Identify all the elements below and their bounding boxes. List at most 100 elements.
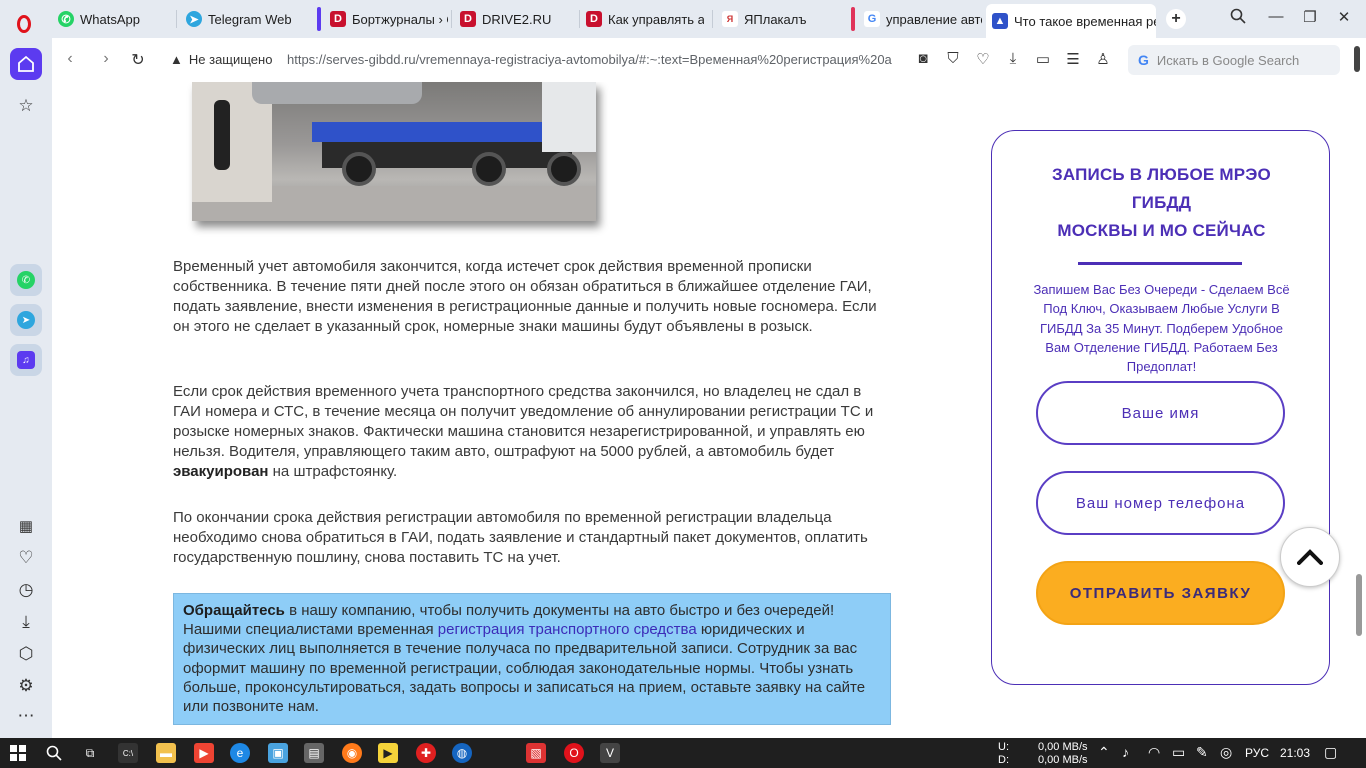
taskbar: ⧉ C:\ ▬ ▶ e ▣ ▤ ◉ ▶ ✚ ◍ ▧ O V U: D: 0,00… [0, 738, 1366, 768]
edge-icon[interactable]: e [230, 743, 250, 763]
more-icon[interactable]: ⋯ [10, 700, 42, 732]
divider [1078, 262, 1242, 265]
search-icon[interactable] [44, 743, 64, 763]
page-viewport: Временный учет автомобиля закончится, ко… [52, 82, 1366, 738]
sidebar-whatsapp[interactable]: ✆ [10, 264, 42, 296]
app-icon[interactable]: ◍ [452, 743, 472, 763]
search-placeholder: Искать в Google Search [1156, 52, 1300, 68]
close-icon[interactable]: ✕ [1334, 8, 1354, 26]
back-icon[interactable]: ‹ [60, 50, 80, 68]
language-indicator[interactable]: РУС [1245, 746, 1269, 760]
tab-google-search[interactable]: G управление авто [858, 4, 982, 34]
net-down-speed: 0,00 MB/s [1038, 754, 1088, 766]
app-icon[interactable]: V [600, 743, 620, 763]
antivirus-icon[interactable]: ✚ [416, 743, 436, 763]
media-app-icon[interactable]: ▶ [194, 743, 214, 763]
security-warning[interactable]: ▲ Не защищено [170, 52, 272, 67]
wifi-icon[interactable]: ◎ [1220, 744, 1232, 761]
registration-link[interactable]: регистрация транспортного средства [438, 621, 697, 638]
drive2-icon: D [460, 11, 476, 27]
reload-icon[interactable]: ↻ [128, 50, 148, 70]
tab-drive2-journals[interactable]: D Бортжурналы › Оп [324, 4, 448, 34]
firefox-icon[interactable]: ◉ [342, 743, 362, 763]
camera-icon[interactable]: ◙ [913, 50, 933, 67]
notifications-icon[interactable]: ▢ [1324, 744, 1337, 761]
opera-logo-icon[interactable] [10, 10, 38, 38]
form-description: Запишем Вас Без Очереди - Сделаем Всё По… [1033, 282, 1290, 375]
tab-separator [176, 10, 177, 28]
sidebar-telegram[interactable]: ➤ [10, 304, 42, 336]
sidebar: ☆ ✆ ➤ ♫ ▦ ♡ ◷ ⤓ ⬡ ⚙ ⋯ [0, 38, 52, 738]
tab-whatsapp[interactable]: ✆ WhatsApp [52, 4, 172, 34]
heart-icon[interactable]: ♡ [10, 542, 42, 574]
image-viewer-icon[interactable]: ▣ [268, 743, 288, 763]
net-up-label: U: [998, 741, 1009, 753]
minimize-icon[interactable]: — [1266, 8, 1286, 25]
form-title-line: МОСКВЫ И МО СЕЙЧАС [1057, 221, 1266, 240]
home-icon[interactable] [10, 48, 42, 80]
pen-icon[interactable]: ✎ [1196, 744, 1208, 761]
tab-drive2-article[interactable]: D Как управлять авт [580, 4, 704, 34]
tab-drive2[interactable]: D DRIVE2.RU [454, 4, 574, 34]
video-popout-icon[interactable]: ▭ [1033, 50, 1053, 68]
settings-icon[interactable]: ⚙ [10, 670, 42, 702]
net-up-speed: 0,00 MB/s [1038, 741, 1088, 753]
google-icon: G [1138, 52, 1149, 68]
text-span: на штрафстоянку. [268, 463, 398, 480]
tab-bar: ✆ WhatsApp ➤ Telegram Web D Бортжурналы … [0, 0, 1366, 38]
headphones-icon: ♫ [17, 351, 35, 369]
submit-button[interactable]: ОТПРАВИТЬ ЗАЯВКУ [1036, 561, 1285, 625]
player-icon[interactable]: ▶ [378, 743, 398, 763]
network-icon[interactable]: ◠ [1148, 744, 1160, 761]
speed-dial-icon[interactable]: ▦ [10, 510, 42, 542]
history-icon[interactable]: ◷ [10, 574, 42, 606]
article-paragraph: Временный учет автомобиля закончится, ко… [173, 258, 877, 335]
terminal-icon[interactable]: C:\ [118, 743, 138, 763]
scrollbar-thumb[interactable] [1356, 574, 1362, 636]
callout-box: Обращайтесь в нашу компанию, чтобы получ… [173, 593, 891, 725]
search-tabs-icon[interactable] [1228, 8, 1248, 28]
name-input[interactable]: Ваше имя [1036, 381, 1285, 445]
task-view-icon[interactable]: ⧉ [80, 743, 100, 763]
security-label: Не защищено [188, 52, 273, 67]
tab-active-gibdd[interactable]: ▲ Что такое временная рег [986, 4, 1156, 38]
bookmark-heart-icon[interactable]: ♡ [973, 50, 993, 68]
signup-form: ЗАПИСЬ В ЛЮБОЕ МРЭО ГИБДД МОСКВЫ И МО СЕ… [991, 130, 1330, 685]
tray-expand-icon[interactable]: ⌃ [1098, 744, 1110, 761]
clock[interactable]: 21:03 [1280, 746, 1310, 760]
form-title-line: ГИБДД [1131, 193, 1192, 212]
profile-icon[interactable]: ♙ [1093, 50, 1113, 68]
adblock-shield-icon[interactable]: ⛉ [943, 50, 963, 67]
drive2-icon: D [330, 11, 346, 27]
telegram-icon: ➤ [186, 11, 202, 27]
pinboard-icon[interactable]: ☆ [10, 90, 42, 122]
search-box[interactable]: G Искать в Google Search [1128, 45, 1340, 75]
save-app-icon[interactable]: ▧ [526, 743, 546, 763]
download-icon[interactable]: ⤓ [10, 606, 42, 638]
tab-yaplakal[interactable]: Я ЯПлакалъ [716, 4, 842, 34]
page-scrollbar[interactable] [1352, 82, 1366, 738]
file-explorer-icon[interactable]: ▬ [156, 743, 176, 763]
whatsapp-icon: ✆ [17, 271, 35, 289]
tab-telegram[interactable]: ➤ Telegram Web [180, 4, 310, 34]
article-paragraph: Если срок действия временного учета тран… [173, 382, 893, 482]
sidebar-player[interactable]: ♫ [10, 344, 42, 376]
download-icon[interactable]: ⤓ [1003, 50, 1023, 67]
url-field[interactable]: https://serves-gibdd.ru/vremennaya-regis… [287, 52, 897, 67]
windows-start-icon[interactable] [8, 743, 28, 763]
battery-icon[interactable]: ▭ [1172, 744, 1185, 761]
opera-icon[interactable]: O [564, 743, 584, 763]
form-title-line: ЗАПИСЬ В ЛЮБОЕ МРЭО [1052, 165, 1271, 184]
easy-setup-icon[interactable]: ☰ [1063, 50, 1083, 68]
restore-icon[interactable]: ❐ [1300, 8, 1320, 26]
phone-input[interactable]: Ваш номер телефона [1036, 471, 1285, 535]
volume-icon[interactable]: ♪ [1122, 744, 1129, 760]
tab-label: ЯПлакалъ [744, 11, 807, 27]
back-to-top-button[interactable] [1280, 527, 1340, 587]
text-span: Если срок действия временного учета тран… [173, 383, 874, 460]
app-icon[interactable]: ▤ [304, 743, 324, 763]
new-tab-button[interactable]: + [1166, 9, 1186, 29]
extensions-icon[interactable]: ⬡ [10, 638, 42, 670]
tab-label: WhatsApp [80, 11, 140, 27]
forward-icon[interactable]: › [96, 50, 116, 68]
